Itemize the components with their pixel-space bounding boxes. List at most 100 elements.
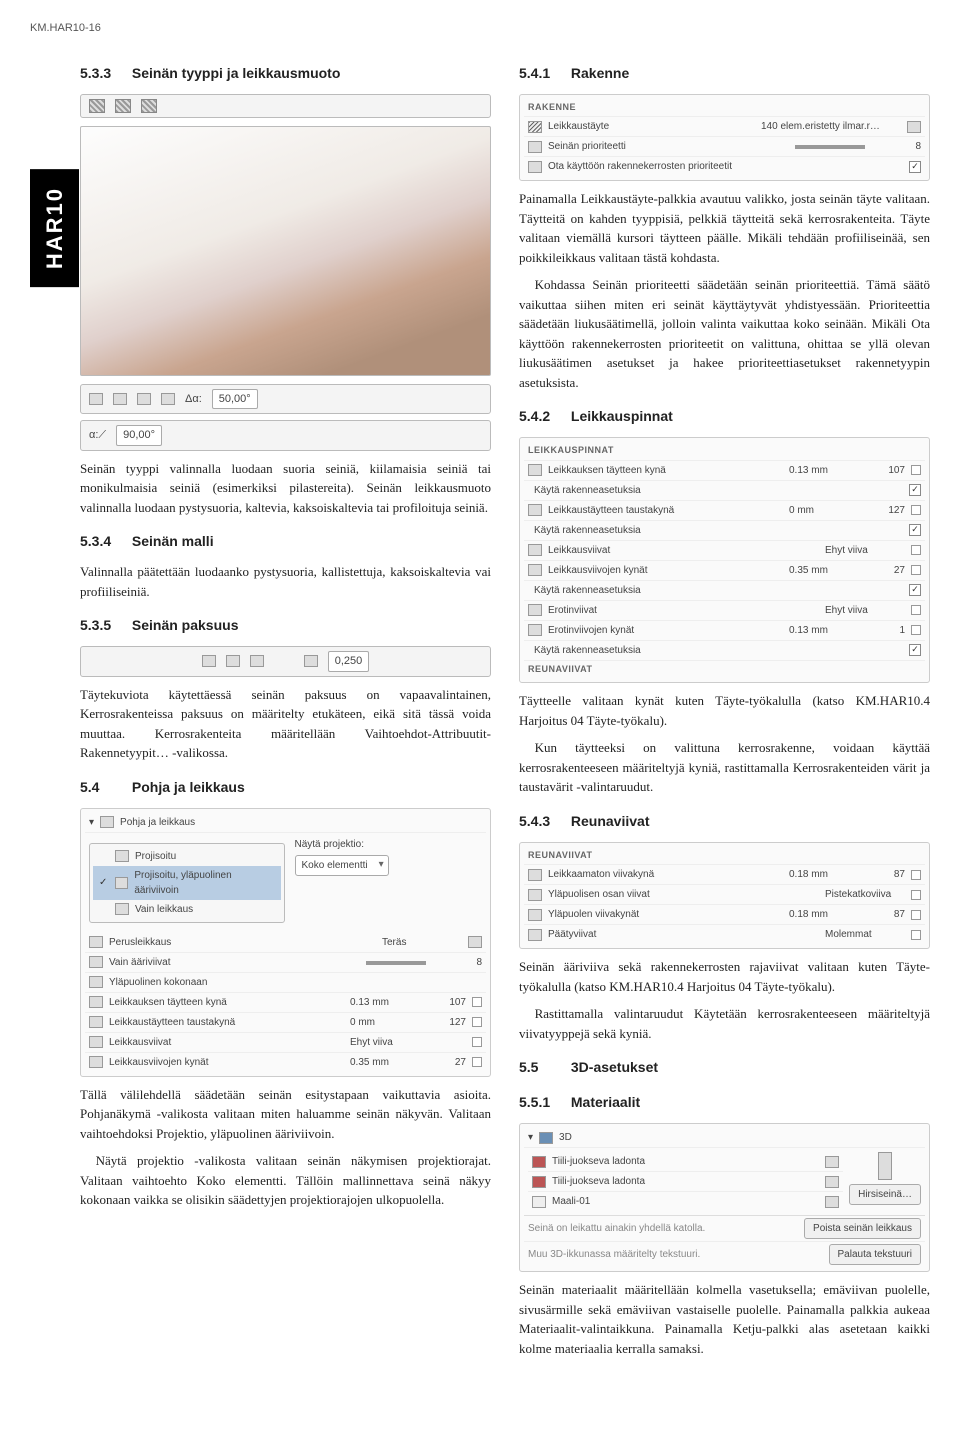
proj-icon (115, 850, 129, 862)
arrow-icon[interactable] (825, 1156, 839, 1168)
row-icon (89, 956, 103, 968)
align-icon (226, 655, 240, 667)
line-swatch[interactable] (472, 1037, 482, 1047)
body-text: Seinän materiaalit määritellään kolmella… (519, 1280, 930, 1358)
page-header: KM.HAR10-16 (30, 20, 930, 37)
checkbox[interactable] (909, 484, 921, 496)
angle-toolbar-1[interactable]: Δα: 50,00° (80, 384, 491, 415)
row-icon (89, 976, 103, 988)
panel-title: REUNAVIIVAT (528, 849, 593, 863)
row-icon (528, 604, 542, 616)
proj-label: Näytä projektio: (295, 837, 483, 852)
thickness-value[interactable]: 0,250 (328, 651, 370, 672)
body-text: Seinän ääriviiva sekä rakennekerrosten r… (519, 957, 930, 996)
hatch-icon-3 (141, 99, 157, 113)
row-icon (528, 141, 542, 153)
line-swatch[interactable] (911, 545, 921, 555)
color-swatch[interactable] (911, 505, 921, 515)
checkbox[interactable] (909, 161, 921, 173)
checkbox[interactable] (909, 524, 921, 536)
thickness-icon (304, 655, 318, 667)
remove-cut-button[interactable]: Poista seinän leikkaus (804, 1218, 921, 1239)
option-swatch[interactable] (911, 930, 921, 940)
color-swatch[interactable] (911, 870, 921, 880)
body-text: Täytekuviota käytettäessä seinän paksuus… (80, 685, 491, 763)
row-label: Seinän prioriteetti (548, 139, 789, 154)
checkbox[interactable] (909, 584, 921, 596)
color-swatch[interactable] (472, 1057, 482, 1067)
angle-toolbar-2[interactable]: α:⟋ 90,00° (80, 420, 491, 451)
body-text: Valinnalla päätettään luodaanko pystysuo… (80, 562, 491, 601)
color-swatch[interactable] (911, 910, 921, 920)
material-swatch[interactable] (532, 1196, 546, 1208)
row-label: Ota käyttöön rakennekerrosten prioriteet… (548, 159, 903, 174)
hatch-icon (89, 99, 105, 113)
swatch-icon[interactable] (468, 936, 482, 948)
priority-value: 8 (891, 139, 921, 154)
row-icon (528, 464, 542, 476)
body-text: Tällä välilehdellä säädetään seinän esit… (80, 1085, 491, 1144)
row-icon (89, 1056, 103, 1068)
projection-dropdown[interactable]: Koko elementti (295, 855, 389, 876)
panel-icon (100, 816, 114, 828)
row-icon (528, 161, 542, 173)
row-icon (528, 564, 542, 576)
heading-5.3.3: 5.3.3 Seinän tyyppi ja leikkausmuoto (80, 63, 491, 84)
color-swatch[interactable] (911, 625, 921, 635)
line-swatch[interactable] (911, 890, 921, 900)
left-column: 5.3.3 Seinän tyyppi ja leikkausmuoto Δα:… (80, 49, 491, 1367)
arrow-icon[interactable] (825, 1196, 839, 1208)
panel-subtitle: REUNAVIIVAT (528, 663, 593, 677)
arrow-icon[interactable] (825, 1176, 839, 1188)
heading-5.5: 5.5 3D-asetukset (519, 1057, 930, 1078)
chain-icon[interactable] (878, 1152, 892, 1180)
heading-5.5.1: 5.5.1 Materiaalit (519, 1092, 930, 1113)
color-swatch[interactable] (472, 1017, 482, 1027)
angle-value-2[interactable]: 90,00° (116, 425, 162, 446)
heading-5.4.1: 5.4.1 Rakenne (519, 63, 930, 84)
body-text: Kohdassa Seinän prioriteetti säädetään s… (519, 275, 930, 392)
row-label: Perusleikkaus (109, 935, 376, 950)
restore-texture-button[interactable]: Palauta tekstuuri (829, 1244, 922, 1265)
angle-value-1[interactable]: 50,00° (212, 389, 258, 410)
panel-title: LEIKKAUSPINNAT (528, 444, 614, 458)
panel-title: Pohja ja leikkaus (120, 815, 482, 830)
projection-menu[interactable]: Projisoitu ✓Projisoitu, yläpuolinen ääri… (89, 843, 285, 923)
wall-type-toolbar[interactable] (80, 94, 491, 118)
checkbox[interactable] (909, 644, 921, 656)
row-value[interactable]: 140 elem.eristetty ilmar.r… (761, 119, 901, 134)
note-text: Muu 3D-ikkunassa määritelty tekstuuri. (528, 1247, 823, 1262)
color-swatch[interactable] (911, 565, 921, 575)
leikkauspinnat-panel: LEIKKAUSPINNAT Leikkauksen täytteen kynä… (519, 437, 930, 683)
triangle-icon[interactable]: ▾ (528, 1130, 533, 1145)
fill-icon (528, 121, 542, 133)
row-icon (89, 1036, 103, 1048)
heading-5.4.3: 5.4.3 Reunaviivat (519, 811, 930, 832)
body-text: Seinän tyyppi valinnalla luodaan suoria … (80, 459, 491, 518)
row-icon (528, 909, 542, 921)
rakenne-panel: RAKENNE Leikkaustäyte 140 elem.eristetty… (519, 94, 930, 182)
row-icon (89, 996, 103, 1008)
heading-5.4.2: 5.4.2 Leikkauspinnat (519, 406, 930, 427)
proj-icon (115, 877, 129, 889)
body-text: Näytä projektio -valikosta valitaan sein… (80, 1151, 491, 1210)
panel-title: 3D (559, 1130, 921, 1145)
arrow-icon[interactable] (907, 121, 921, 133)
color-swatch[interactable] (911, 465, 921, 475)
color-swatch[interactable] (472, 997, 482, 1007)
thickness-toolbar[interactable]: 0,250 (80, 646, 491, 677)
line-swatch[interactable] (911, 605, 921, 615)
body-text: Kun täytteeksi on valittuna kerrosrakenn… (519, 738, 930, 797)
row-icon (528, 889, 542, 901)
triangle-icon[interactable]: ▾ (89, 815, 94, 830)
row-label: Vain ääriviivat (109, 955, 360, 970)
material-swatch[interactable] (532, 1156, 546, 1168)
row-icon (89, 936, 103, 948)
materials-panel: ▾ 3D Tiili-juokseva ladonta Tiili-juokse… (519, 1123, 930, 1272)
wall-3d-figure (80, 126, 491, 376)
log-wall-button[interactable]: Hirsiseinä… (849, 1184, 921, 1205)
material-swatch[interactable] (532, 1176, 546, 1188)
row-icon (89, 1016, 103, 1028)
row-icon (528, 869, 542, 881)
row-icon (528, 544, 542, 556)
